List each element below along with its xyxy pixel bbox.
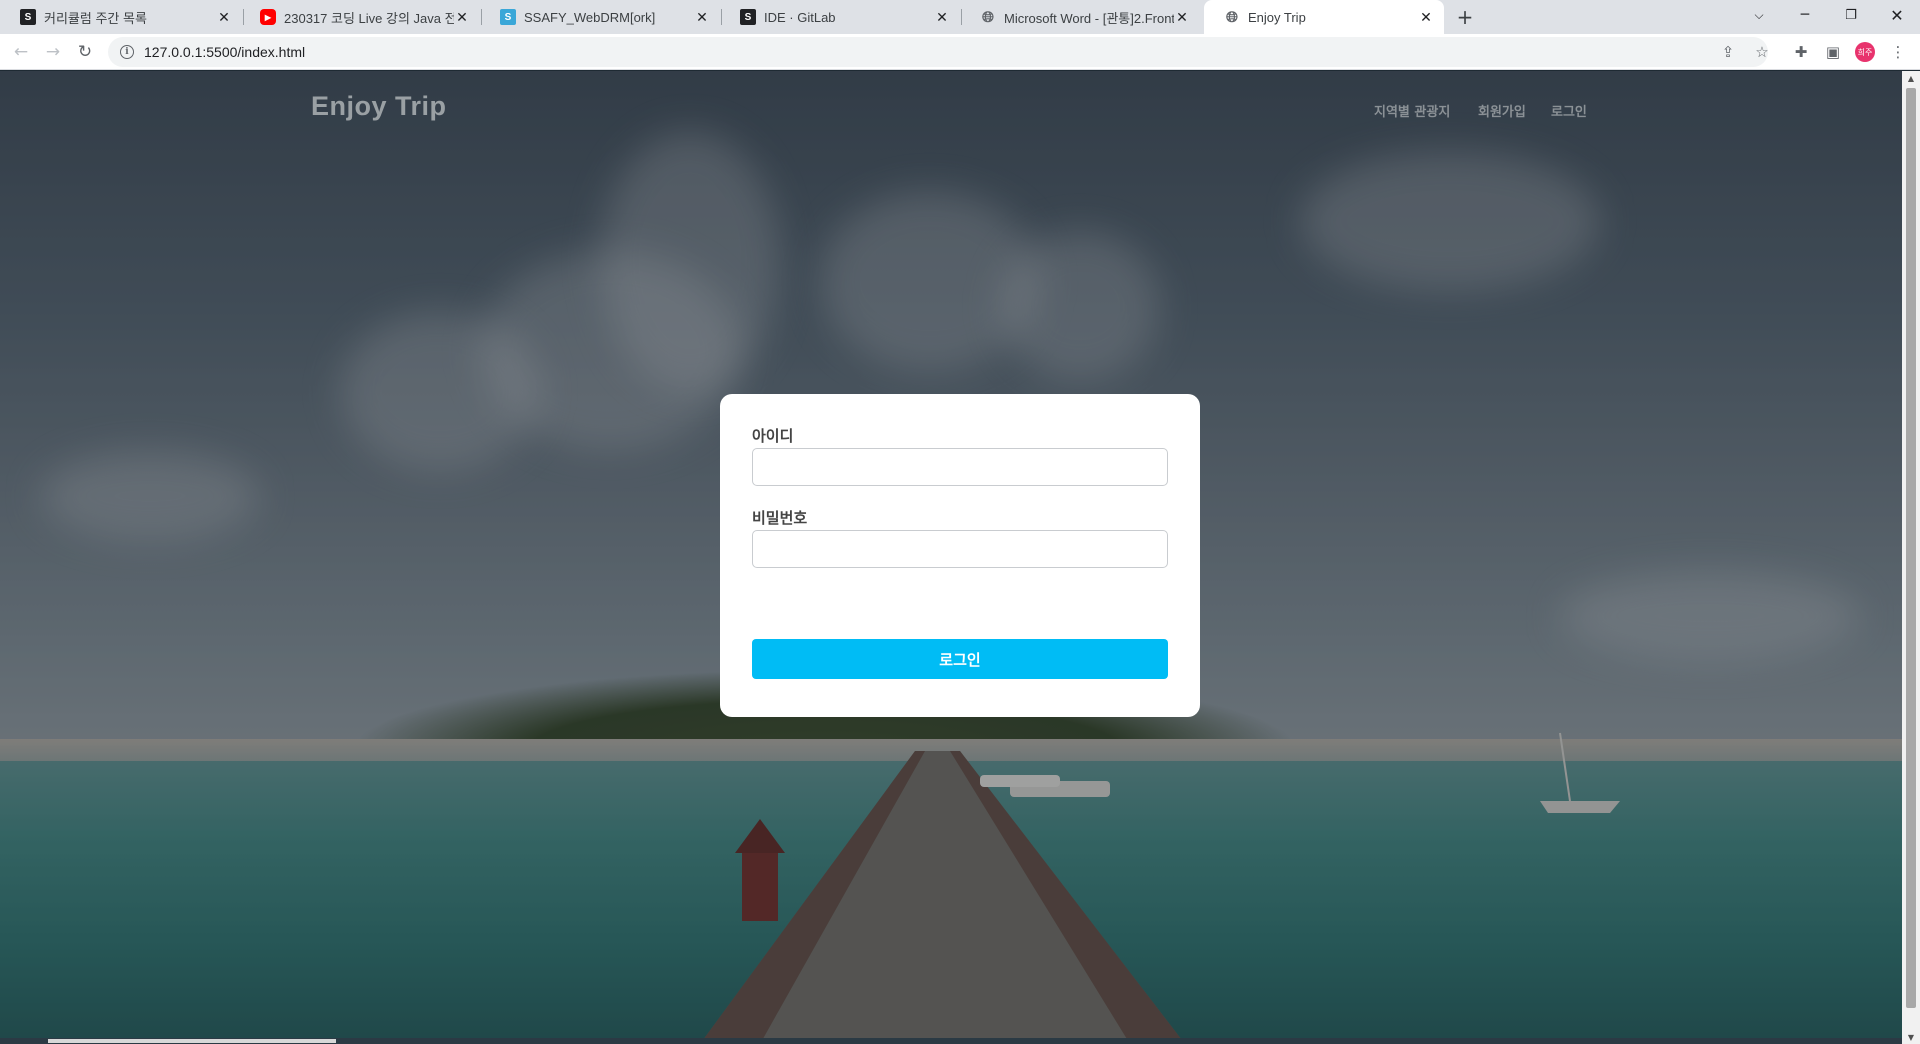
browser-tab[interactable]: S 커리큘럼 주간 목록 ✕ <box>0 0 242 34</box>
nav-link-login[interactable]: 로그인 <box>1551 101 1587 120</box>
globe-icon: 🌐︎ <box>981 8 994 26</box>
browser-tab[interactable]: 🌐︎ Microsoft Word - [관통]2.FrontE ✕ <box>960 0 1200 34</box>
close-icon[interactable]: ✕ <box>454 9 470 25</box>
browser-tab-active[interactable]: 🌐︎ Enjoy Trip ✕ <box>1204 0 1444 34</box>
side-panel-icon[interactable]: ▣ <box>1821 40 1845 64</box>
extensions-puzzle-icon[interactable]: ✚ <box>1789 40 1813 64</box>
back-arrow-icon[interactable]: ← <box>7 38 35 66</box>
new-tab-button[interactable]: + <box>1452 4 1478 30</box>
url-text[interactable]: 127.0.0.1:5500/index.html <box>144 44 305 60</box>
share-icon[interactable]: ⇪ <box>1716 40 1740 64</box>
address-bar[interactable]: i 127.0.0.1:5500/index.html <box>108 37 1768 67</box>
nav-link-attractions[interactable]: 지역별 관광지 <box>1374 101 1450 120</box>
globe-icon: 🌐︎ <box>1225 8 1238 26</box>
browser-toolbar: ← → ↻ i 127.0.0.1:5500/index.html ⇪ ☆ ✚ … <box>0 34 1920 70</box>
browser-tab[interactable]: ▶ 230317 코딩 Live 강의 Java 전공 ✕ <box>240 0 480 34</box>
tab-title: SSAFY_WebDRM[ork] <box>524 9 656 25</box>
window-close-icon[interactable]: ✕ <box>1874 0 1920 30</box>
tab-title: IDE · GitLab <box>764 9 836 25</box>
bookmark-star-icon[interactable]: ☆ <box>1750 40 1774 64</box>
browser-tab[interactable]: S IDE · GitLab ✕ <box>720 0 960 34</box>
ssafy-icon: S <box>500 9 516 25</box>
tab-title: 230317 코딩 Live 강의 Java 전공 <box>284 10 454 26</box>
tab-title: 커리큘럼 주간 목록 <box>44 10 147 26</box>
ssafy-icon: S <box>20 9 36 25</box>
close-icon[interactable]: ✕ <box>934 9 950 25</box>
tab-title: Enjoy Trip <box>1248 9 1306 25</box>
tab-strip: S 커리큘럼 주간 목록 ✕ ▶ 230317 코딩 Live 강의 Java … <box>0 0 1920 34</box>
horizontal-scrollbar[interactable] <box>0 1038 1902 1044</box>
id-input[interactable] <box>752 448 1168 486</box>
restore-icon[interactable]: ❐ <box>1828 0 1874 30</box>
forward-arrow-icon[interactable]: → <box>39 38 67 66</box>
page-viewport: Enjoy Trip 지역별 관광지 회원가입 로그인 아이디 비밀번호 로그인 <box>0 71 1902 1044</box>
ssafy-icon: S <box>740 9 756 25</box>
id-label: 아이디 <box>752 427 794 445</box>
login-button[interactable]: 로그인 <box>752 639 1168 679</box>
minimize-icon[interactable]: ─ <box>1782 0 1828 30</box>
close-icon[interactable]: ✕ <box>1418 9 1434 25</box>
close-icon[interactable]: ✕ <box>1174 9 1190 25</box>
scrollbar-thumb[interactable] <box>1906 88 1916 1008</box>
close-icon[interactable]: ✕ <box>694 9 710 25</box>
tab-search-icon[interactable]: ⌵ <box>1736 0 1782 30</box>
site-logo[interactable]: Enjoy Trip <box>311 91 447 122</box>
vertical-scrollbar[interactable]: ▲ ▼ <box>1902 71 1920 1044</box>
browser-tab[interactable]: S SSAFY_WebDRM[ork] ✕ <box>480 0 720 34</box>
tab-title: Microsoft Word - [관통]2.FrontE <box>1004 10 1174 26</box>
site-info-icon[interactable]: i <box>120 45 134 59</box>
login-card: 아이디 비밀번호 로그인 <box>720 394 1200 717</box>
more-menu-icon[interactable]: ⋮ <box>1886 40 1910 64</box>
scroll-up-icon[interactable]: ▲ <box>1902 71 1920 85</box>
nav-link-signup[interactable]: 회원가입 <box>1478 101 1526 120</box>
password-label: 비밀번호 <box>752 509 808 527</box>
youtube-icon: ▶ <box>260 9 276 25</box>
scroll-down-icon[interactable]: ▼ <box>1902 1030 1920 1044</box>
scrollbar-thumb[interactable] <box>48 1039 336 1043</box>
profile-avatar[interactable]: 희주 <box>1855 42 1875 62</box>
password-input[interactable] <box>752 530 1168 568</box>
reload-icon[interactable]: ↻ <box>71 38 99 66</box>
close-icon[interactable]: ✕ <box>216 9 232 25</box>
